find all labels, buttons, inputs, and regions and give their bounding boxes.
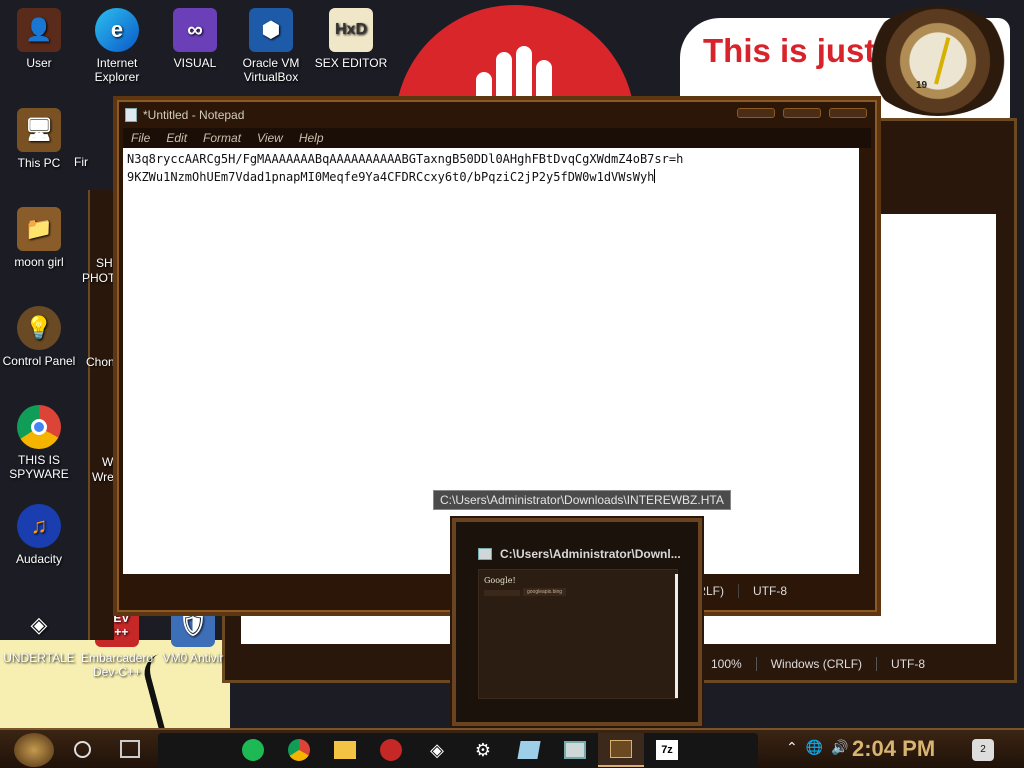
notepad-icon[interactable] bbox=[506, 733, 552, 767]
text-caret bbox=[654, 169, 656, 183]
red-app-icon[interactable] bbox=[368, 733, 414, 767]
start-button[interactable] bbox=[14, 733, 54, 767]
unity-icon[interactable]: ◈ bbox=[414, 733, 460, 767]
menu-view[interactable]: View bbox=[249, 131, 291, 145]
computer-icon: 🖥 bbox=[17, 108, 61, 152]
clock-number: 19 bbox=[916, 80, 928, 91]
notepad-text-area[interactable]: N3q8ryccAARCg5H/FgMAAAAAAABqAAAAAAAAAABG… bbox=[123, 148, 859, 574]
minimize-button[interactable] bbox=[737, 108, 775, 118]
desktop-icon-sex-editor[interactable]: HxD SEX EDITOR bbox=[312, 8, 390, 70]
chevron-up-icon[interactable]: ⌃ bbox=[786, 739, 798, 756]
user-icon: 👤 bbox=[17, 8, 61, 52]
window-icon[interactable] bbox=[552, 733, 598, 767]
maximize-button[interactable] bbox=[783, 108, 821, 118]
control-panel-icon: 💡 bbox=[17, 306, 61, 350]
menu-format[interactable]: Format bbox=[195, 131, 249, 145]
hta-window-icon bbox=[478, 548, 492, 560]
steampunk-clock-icon: 19 bbox=[862, 6, 1014, 116]
search-icon[interactable] bbox=[74, 741, 91, 758]
desktop-icon-partial-firefox[interactable]: Fir bbox=[74, 155, 114, 169]
volume-icon[interactable]: 🔊 bbox=[831, 739, 848, 756]
notepad-icon bbox=[125, 108, 137, 122]
window-controls bbox=[737, 108, 867, 118]
close-button[interactable] bbox=[829, 108, 867, 118]
desktop-icon-internet-explorer[interactable]: e Internet Explorer bbox=[78, 8, 156, 84]
notepad-menu-bar: File Edit Format View Help bbox=[123, 128, 871, 148]
menu-file[interactable]: File bbox=[123, 131, 158, 145]
task-view-icon[interactable] bbox=[120, 740, 140, 758]
desktop-icon-moon-girl[interactable]: 📁 moon girl bbox=[0, 207, 78, 269]
desktop-icon-partial-chon[interactable]: Chon bbox=[86, 355, 116, 369]
notification-icon[interactable]: 2 bbox=[972, 739, 994, 761]
virtualbox-icon: ⬢ bbox=[249, 8, 293, 52]
system-tray: ⌃ 🌐 🔊 bbox=[786, 739, 849, 756]
desktop-icon-virtualbox[interactable]: ⬢ Oracle VM VirtualBox bbox=[232, 8, 310, 84]
audacity-icon: ♫ bbox=[17, 504, 61, 548]
thumb-scrollbar bbox=[675, 574, 678, 698]
encoding: UTF-8 bbox=[738, 584, 801, 598]
settings-icon[interactable]: ⚙ bbox=[460, 733, 506, 767]
hta-app-icon[interactable] bbox=[598, 733, 644, 767]
menu-help[interactable]: Help bbox=[291, 131, 332, 145]
desktop-icon-audacity[interactable]: ♫ Audacity bbox=[0, 504, 78, 566]
preview-title: C:\Users\Administrator\Downl... bbox=[478, 546, 688, 562]
desktop-icon-chrome[interactable]: THIS IS SPYWARE bbox=[0, 405, 78, 481]
folder-icon: 📁 bbox=[17, 207, 61, 251]
preview-thumbnail[interactable]: Google! googleapis.bing bbox=[478, 569, 678, 699]
visual-studio-icon: ∞ bbox=[173, 8, 217, 52]
chrome-icon bbox=[17, 405, 61, 449]
hex-editor-icon: HxD bbox=[329, 8, 373, 52]
taskbar-window-preview[interactable]: C:\Users\Administrator\Downl... Google! … bbox=[452, 518, 702, 726]
taskbar-clock[interactable]: 2:04 PM bbox=[852, 736, 935, 762]
taskbar-apps: ◈ ⚙ 7z bbox=[158, 733, 758, 767]
desktop-icon-visual-studio[interactable]: ∞ VISUAL bbox=[156, 8, 234, 70]
desktop-icon-undertale[interactable]: ◈ UNDERTALE bbox=[0, 603, 78, 666]
desktop-icon-control-panel[interactable]: 💡 Control Panel bbox=[0, 306, 78, 368]
network-icon[interactable]: 🌐 bbox=[806, 739, 823, 756]
desktop-icon-this-pc[interactable]: 🖥 This PC bbox=[0, 108, 78, 170]
taskbar-tooltip: C:\Users\Administrator\Downloads\INTEREW… bbox=[433, 490, 731, 510]
7zip-icon[interactable]: 7z bbox=[644, 733, 690, 767]
file-explorer-icon[interactable] bbox=[322, 733, 368, 767]
line-ending: Windows (CRLF) bbox=[755, 657, 876, 671]
menu-edit[interactable]: Edit bbox=[158, 131, 195, 145]
unity-icon: ◈ bbox=[30, 612, 48, 637]
zoom-level: 100% bbox=[696, 657, 756, 671]
text-line-2: 9KZWu1NzmOhUEm7Vdad1pnapMI0Meqfe9Ya4CFDR… bbox=[127, 170, 655, 184]
desktop-icon-user[interactable]: 👤 User bbox=[0, 8, 78, 70]
chrome-icon[interactable] bbox=[276, 733, 322, 767]
notepad-title-bar[interactable]: *Untitled - Notepad bbox=[125, 104, 244, 126]
spotify-icon[interactable] bbox=[230, 733, 276, 767]
clock-hand bbox=[934, 37, 951, 85]
edge-icon: e bbox=[95, 8, 139, 52]
notepad-title: *Untitled - Notepad bbox=[143, 108, 245, 122]
thumb-input bbox=[484, 590, 520, 596]
desktop-icon-partial-photo[interactable]: PHOTO bbox=[82, 271, 116, 285]
thumb-button: googleapis.bing bbox=[523, 588, 567, 596]
text-line-1: N3q8ryccAARCg5H/FgMAAAAAAABqAAAAAAAAAABG… bbox=[127, 152, 684, 166]
encoding: UTF-8 bbox=[876, 657, 939, 671]
thumb-title: Google! bbox=[484, 576, 516, 585]
taskbar: ◈ ⚙ 7z ⌃ 🌐 🔊 2:04 PM 2 bbox=[0, 728, 1024, 768]
